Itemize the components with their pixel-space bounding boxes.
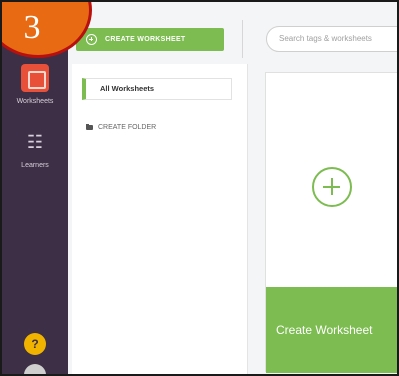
folder-icon	[86, 124, 93, 130]
create-folder-button[interactable]: CREATE FOLDER	[86, 124, 156, 131]
folder-item-all-worksheets[interactable]: All Worksheets	[82, 78, 232, 100]
card-footer-label: Create Worksheet	[266, 287, 397, 373]
sidebar-item-label: Worksheets	[16, 98, 54, 105]
help-button[interactable]: ?	[24, 333, 46, 355]
create-worksheet-card[interactable]: Create Worksheet	[265, 72, 397, 373]
worksheets-icon	[21, 64, 49, 92]
folder-panel: All Worksheets CREATE FOLDER	[72, 64, 248, 374]
create-folder-label: CREATE FOLDER	[98, 124, 157, 131]
step-number: 3	[23, 9, 41, 46]
plus-circle-icon	[86, 34, 97, 45]
add-circle-icon	[312, 167, 352, 207]
create-worksheet-button[interactable]: CREATE WORKSHEET	[76, 28, 224, 51]
toolbar-divider	[242, 20, 243, 58]
sidebar-item-learners[interactable]: ☷ Learners	[2, 128, 68, 169]
search-input[interactable]: Search tags & worksheets	[266, 26, 397, 52]
sidebar-item-label: Learners	[21, 162, 49, 169]
sidebar: Worksheets ☷ Learners ?	[2, 2, 68, 374]
avatar[interactable]	[24, 364, 46, 374]
app-window: Worksheets ☷ Learners ? CREATE WORKSHEET…	[0, 0, 399, 376]
sidebar-item-worksheets[interactable]: Worksheets	[2, 64, 68, 105]
create-worksheet-label: CREATE WORKSHEET	[105, 36, 186, 43]
learners-icon: ☷	[26, 132, 44, 152]
